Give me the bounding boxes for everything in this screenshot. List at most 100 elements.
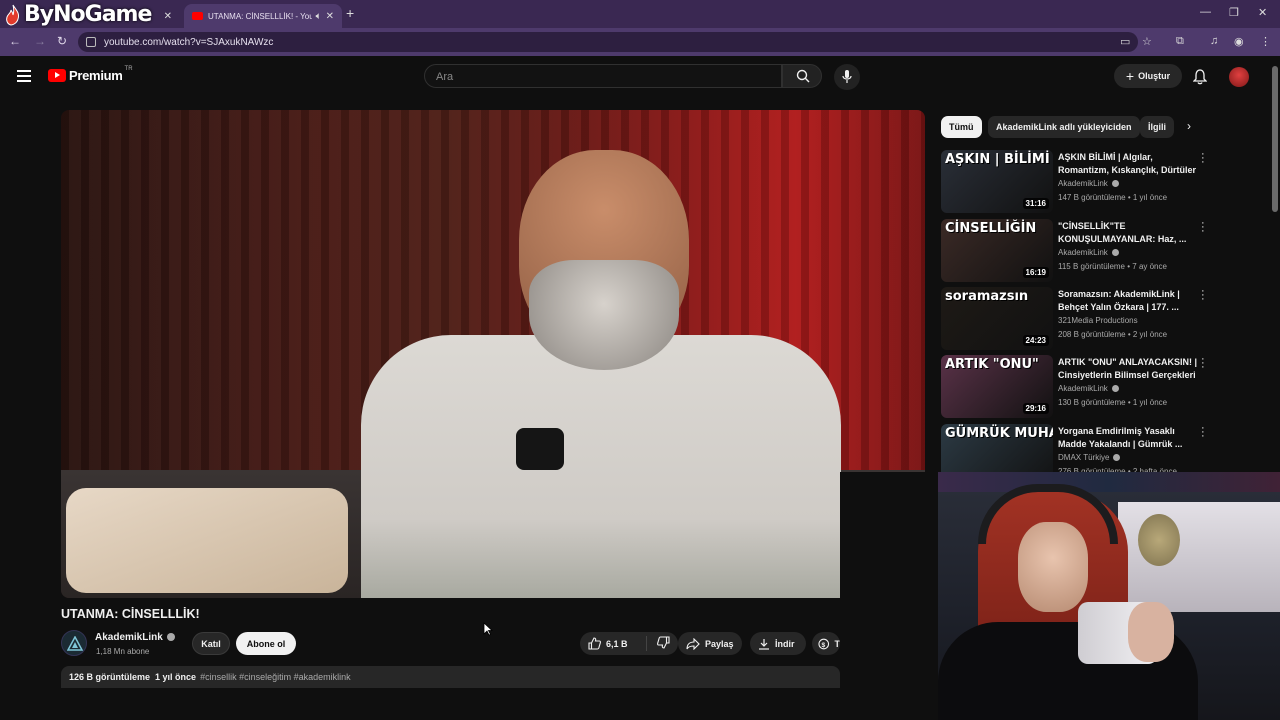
channel-name: DMAX Türkiye <box>1058 453 1110 462</box>
search-button[interactable] <box>782 64 822 88</box>
chip-related[interactable]: İlgili <box>1140 116 1174 138</box>
cast-icon[interactable]: ▭ <box>1120 35 1130 48</box>
dislike-button[interactable] <box>647 636 675 651</box>
upload-date: 7 ay önce <box>1132 262 1167 271</box>
video-thumbnail[interactable]: ARTIK "ONU" 29:16 <box>941 355 1053 418</box>
chip-all[interactable]: Tümü <box>941 116 982 138</box>
search-icon <box>796 69 810 83</box>
view-count: 147 B görüntüleme <box>1058 193 1126 202</box>
back-icon[interactable]: ← <box>9 34 21 48</box>
verified-badge-icon <box>1111 180 1119 187</box>
description-box[interactable]: 126 B görüntüleme 1 yıl önce #cinsellik … <box>61 666 840 688</box>
browser-tab-bar: ByNoGame ✕ UTANMA: CİNSELLLİK! - YouTube… <box>0 0 1280 28</box>
hashtags[interactable]: #cinsellik #cinseleğitim #akademiklink <box>200 672 351 682</box>
extensions-icon[interactable]: ⧉ <box>1176 35 1184 48</box>
new-tab-icon[interactable]: + <box>346 5 354 21</box>
recommended-title[interactable]: Soramazsın: AkademikLink | Behçet Yalın … <box>1058 288 1198 314</box>
browser-menu-icon[interactable]: ⋮ <box>1260 35 1271 48</box>
chip-from-uploader[interactable]: AkademikLink adlı yükleyiciden <box>988 116 1140 138</box>
share-button[interactable]: Paylaş <box>678 632 742 655</box>
video-duration: 24:23 <box>1022 335 1049 346</box>
more-options-icon[interactable]: · · · <box>1201 286 1205 305</box>
view-count: 126 B görüntüleme <box>69 672 151 682</box>
channel-name[interactable]: AkademikLink <box>95 632 163 643</box>
recommended-title[interactable]: Yorgana Emdirilmiş Yasaklı Madde Yakalan… <box>1058 425 1198 451</box>
recommended-channel[interactable]: 321Media Productions <box>1058 316 1138 325</box>
chevron-right-icon[interactable]: › <box>1187 119 1191 133</box>
thumbs-down-icon <box>657 636 670 649</box>
create-button[interactable]: + Oluştur <box>1114 64 1182 88</box>
notifications-bell-icon[interactable] <box>1193 69 1207 85</box>
recommended-meta: 208 B görüntüleme • 2 yıl önce <box>1058 330 1168 339</box>
recommended-video[interactable]: CİNSELLİĞİN 16:19 "CİNSELLİK"TE KONUŞULMAY… <box>941 218 1211 283</box>
address-bar[interactable]: youtube.com/watch?v=SJAxukNAWzc <box>78 32 1138 52</box>
recommended-video[interactable]: ARTIK "ONU" 29:16 ARTIK "ONU" ANLAYACAKSIN… <box>941 354 1211 419</box>
recommended-channel[interactable]: AkademikLink <box>1058 384 1119 393</box>
like-button[interactable]: 6,1 B <box>580 636 647 651</box>
create-label: Oluştur <box>1138 71 1171 81</box>
restore-icon[interactable]: ❐ <box>1229 6 1239 19</box>
verified-badge-icon <box>167 633 175 641</box>
upload-date: 2 yıl önce <box>1132 330 1168 339</box>
search-box <box>424 64 782 88</box>
like-dislike-group: 6,1 B <box>580 632 678 655</box>
subscribe-button[interactable]: Abone ol <box>236 632 296 655</box>
channel-avatar[interactable] <box>61 630 87 656</box>
video-thumbnail[interactable]: CİNSELLİĞİN 16:19 <box>941 219 1053 282</box>
recommended-channel[interactable]: AkademikLink <box>1058 179 1119 188</box>
profile-icon[interactable]: ◉ <box>1234 35 1244 48</box>
menu-icon[interactable] <box>17 70 31 82</box>
view-count: 130 B görüntüleme <box>1058 398 1126 407</box>
browser-tab-inactive[interactable]: ✕ <box>100 4 180 28</box>
browser-toolbar: ← → ↻ youtube.com/watch?v=SJAxukNAWzc ▭ … <box>0 28 1280 56</box>
channel-name: AkademikLink <box>1058 384 1108 393</box>
close-tab-icon[interactable]: ✕ <box>164 11 172 22</box>
super-thanks-icon: $ <box>818 638 830 649</box>
region-code: TR <box>124 65 133 72</box>
verified-badge-icon <box>1111 249 1119 256</box>
view-count: 115 B görüntüleme <box>1058 262 1126 271</box>
recommended-title[interactable]: AŞKIN BİLİMİ | Algılar, Romantizm, Kıska… <box>1058 151 1198 177</box>
search-input[interactable] <box>434 70 758 84</box>
account-avatar[interactable] <box>1229 67 1249 87</box>
streamer-webcam-overlay <box>938 472 1280 720</box>
forward-icon[interactable]: → <box>34 34 46 48</box>
youtube-header: Premium TR +Oluştur <box>0 56 1280 98</box>
video-player[interactable] <box>61 110 925 598</box>
video-thumbnail[interactable]: AŞKIN | BİLİMİ 31:16 <box>941 150 1053 213</box>
thanks-button[interactable]: $ T <box>812 632 840 655</box>
join-button[interactable]: Katıl <box>192 632 230 655</box>
more-options-icon[interactable]: · · · <box>1201 218 1205 237</box>
recommended-title[interactable]: "CİNSELLİK"TE KONUŞULMAYANLAR: Haz, ... <box>1058 220 1198 246</box>
thumbnail-text: GÜMRÜK MUHAFAZA <box>945 426 1053 441</box>
site-info-icon[interactable] <box>86 37 96 47</box>
thumbnail-text: AŞKIN | BİLİMİ <box>945 152 1050 167</box>
bookmark-star-icon[interactable]: ☆ <box>1142 35 1152 48</box>
plus-icon: + <box>1125 68 1135 84</box>
scrollbar-thumb[interactable] <box>1272 66 1278 212</box>
media-control-icon[interactable]: ♫ <box>1210 35 1218 47</box>
download-label: İndir <box>775 638 795 649</box>
video-title: UTANMA: CİNSELLLİK! <box>61 607 200 621</box>
recommended-video[interactable]: soramazsın 24:23 Soramazsın: AkademikLink … <box>941 286 1211 351</box>
youtube-logo[interactable]: Premium TR <box>48 65 133 83</box>
more-options-icon[interactable]: · · · <box>1201 423 1205 442</box>
recommended-channel[interactable]: AkademikLink <box>1058 248 1119 257</box>
recommended-channel[interactable]: DMAX Türkiye <box>1058 453 1121 462</box>
close-tab-icon[interactable]: ✕ <box>326 11 334 22</box>
video-thumbnail[interactable]: soramazsın 24:23 <box>941 287 1053 350</box>
recommended-video[interactable]: AŞKIN | BİLİMİ 31:16 AŞKIN BİLİMİ | Algıla… <box>941 149 1211 214</box>
minimize-icon[interactable]: — <box>1200 6 1211 18</box>
browser-tab-active[interactable]: UTANMA: CİNSELLLİK! - YouTube 🔈︎ ✕ <box>184 4 342 28</box>
recommended-title[interactable]: ARTIK "ONU" ANLAYACAKSIN! | Cinsiyetleri… <box>1058 356 1198 382</box>
channel-name: AkademikLink <box>1058 179 1108 188</box>
more-options-icon[interactable]: · · · <box>1201 354 1205 373</box>
upload-date: 1 yıl önce <box>1132 398 1168 407</box>
close-window-icon[interactable]: ✕ <box>1258 6 1267 19</box>
mute-tab-icon[interactable]: 🔈︎ <box>316 11 322 22</box>
reload-icon[interactable]: ↻ <box>57 34 67 48</box>
voice-search-button[interactable] <box>834 64 860 90</box>
flame-icon <box>6 4 19 26</box>
more-options-icon[interactable]: · · · <box>1201 149 1205 168</box>
download-button[interactable]: İndir <box>750 632 806 655</box>
